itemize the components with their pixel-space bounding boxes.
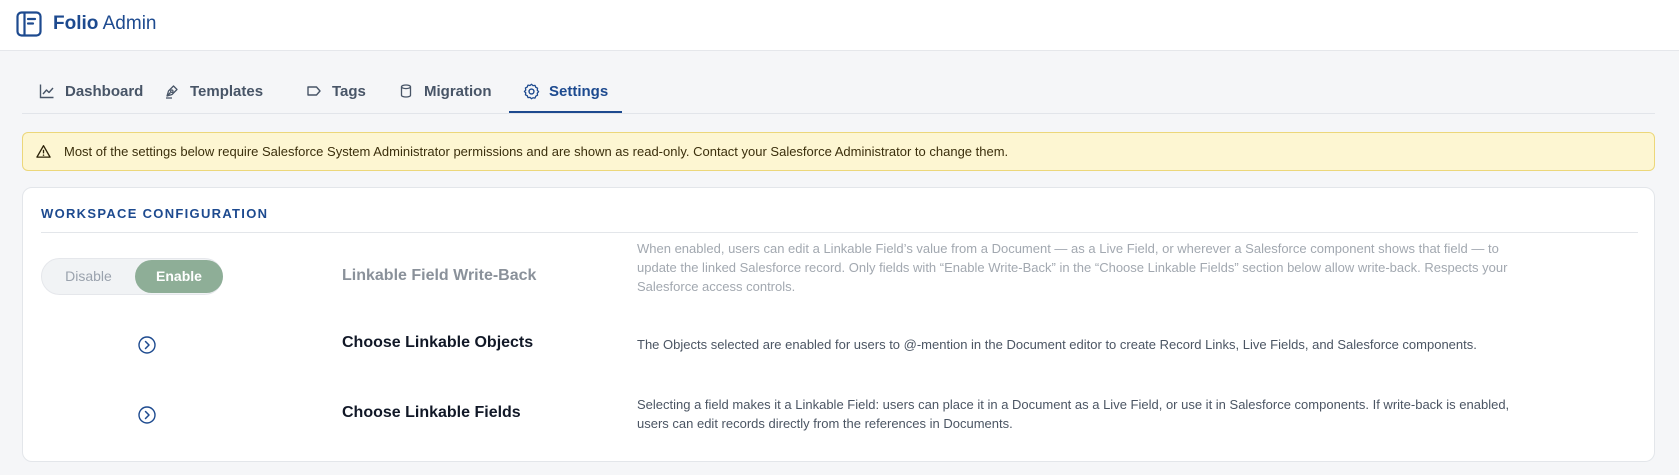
tab-label: Dashboard	[65, 82, 144, 100]
app-brand[interactable]: Folio Admin	[53, 13, 156, 35]
nav-tabs: Dashboard Templates Tags Migration Setti…	[22, 70, 1655, 114]
tab-migration[interactable]: Migration	[398, 70, 492, 112]
folio-logo-icon	[16, 11, 42, 37]
tab-tags[interactable]: Tags	[306, 70, 366, 112]
setting-label-linkable-objects: Choose Linkable Objects	[342, 334, 534, 351]
gear-icon	[523, 83, 540, 100]
tab-label: Settings	[549, 82, 609, 100]
top-bar: Folio Admin	[0, 0, 1679, 51]
chart-line-icon	[39, 83, 56, 100]
tab-settings[interactable]: Settings	[508, 70, 623, 113]
section-title: WORKSPACE CONFIGURATION	[41, 206, 269, 221]
database-icon	[398, 83, 415, 100]
section-divider	[41, 232, 1638, 233]
expand-linkable-fields-chevron-icon[interactable]	[138, 406, 156, 424]
brand-suffix: Admin	[98, 13, 157, 34]
tab-label: Templates	[190, 82, 264, 100]
tab-templates[interactable]: Templates	[164, 70, 263, 112]
tag-icon	[306, 83, 323, 100]
write-back-toggle[interactable]: Disable Enable	[41, 258, 223, 295]
tab-label: Migration	[424, 82, 492, 100]
expand-linkable-objects-chevron-icon[interactable]	[138, 336, 156, 354]
setting-description-linkable-objects: The Objects selected are enabled for use…	[637, 337, 1477, 352]
toggle-disable-option[interactable]: Disable	[42, 259, 135, 294]
brand-name: Folio	[53, 13, 99, 34]
warning-triangle-icon	[36, 144, 52, 160]
tab-label: Tags	[332, 82, 366, 100]
setting-label-linkable-fields: Choose Linkable Fields	[342, 404, 521, 421]
pen-tool-icon	[164, 83, 181, 100]
banner-text: Most of the settings below require Sales…	[64, 144, 1009, 159]
workspace-configuration-card: WORKSPACE CONFIGURATION Disable Enable L…	[22, 187, 1655, 462]
setting-description-linkable-fields: Selecting a field makes it a Linkable Fi…	[637, 397, 1510, 431]
setting-label-write-back: Linkable Field Write-Back	[342, 267, 537, 284]
tab-dashboard[interactable]: Dashboard	[39, 70, 143, 112]
toggle-enable-option[interactable]: Enable	[135, 260, 223, 293]
permissions-warning-banner: Most of the settings below require Sales…	[22, 132, 1655, 171]
setting-description-write-back: When enabled, users can edit a Linkable …	[637, 241, 1508, 294]
